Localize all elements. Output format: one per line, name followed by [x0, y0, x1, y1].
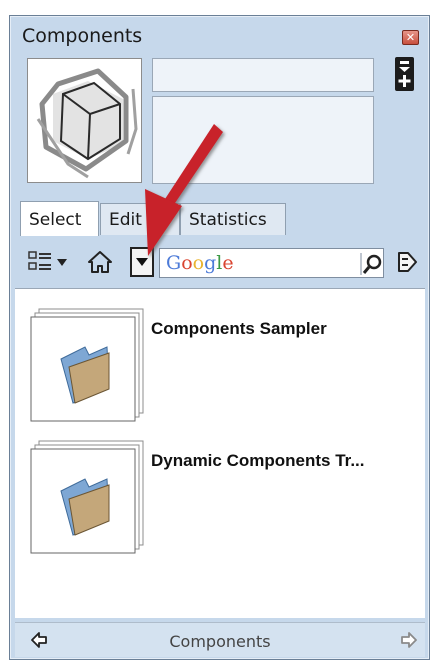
search-placeholder-o2: o	[192, 252, 205, 274]
tab-edit[interactable]: Edit	[100, 203, 180, 235]
home-button[interactable]	[87, 249, 113, 275]
tab-statistics[interactable]: Statistics	[180, 203, 286, 235]
navigation-dropdown-button[interactable]	[130, 247, 154, 277]
cube-icon	[36, 68, 138, 179]
tab-statistics-label: Statistics	[189, 210, 267, 230]
toolbar: Google	[10, 241, 429, 285]
chevron-down-icon	[130, 247, 154, 277]
search-placeholder-g: G	[166, 252, 182, 274]
window-title: Components	[22, 25, 143, 47]
search-button[interactable]	[359, 251, 385, 277]
component-preview	[27, 58, 142, 183]
components-list: Components Sampler Dynamic Components Tr…	[15, 288, 425, 618]
details-plus-icon	[398, 61, 411, 87]
titlebar: Components ✕	[10, 16, 429, 52]
item-label: Components Sampler	[151, 319, 327, 338]
search-icon	[360, 253, 382, 275]
search-placeholder-g2: g	[204, 252, 217, 274]
list-item[interactable]: Components Sampler	[29, 307, 419, 437]
folder-icon	[30, 308, 144, 422]
component-description-field[interactable]	[152, 96, 374, 184]
search-placeholder-o1: o	[181, 252, 193, 274]
details-button[interactable]	[395, 57, 414, 91]
search-placeholder-e: e	[222, 252, 234, 274]
list-view-icon	[28, 251, 67, 270]
arrow-right-icon	[398, 252, 417, 272]
component-name-field[interactable]	[152, 58, 374, 92]
forward-button[interactable]	[400, 631, 418, 653]
view-options-button[interactable]	[27, 249, 77, 275]
more-options-button[interactable]	[395, 249, 419, 275]
close-button[interactable]: ✕	[402, 30, 419, 45]
arrow-right-icon	[401, 632, 417, 648]
list-item[interactable]: Dynamic Components Tr...	[29, 439, 419, 569]
status-label: Components	[169, 632, 271, 651]
home-icon	[88, 251, 112, 273]
close-icon: ✕	[405, 31, 416, 44]
tab-select-label: Select	[29, 210, 82, 230]
chevron-down-icon	[57, 259, 67, 266]
tab-edit-label: Edit	[109, 210, 142, 230]
components-window: Components ✕ Select Edit Statistics Goog…	[9, 15, 430, 660]
folder-icon	[30, 440, 144, 554]
tab-select[interactable]: Select	[20, 201, 99, 236]
status-bar: Components	[15, 622, 425, 657]
search-input[interactable]: Google	[159, 248, 384, 278]
item-label: Dynamic Components Tr...	[151, 451, 365, 470]
